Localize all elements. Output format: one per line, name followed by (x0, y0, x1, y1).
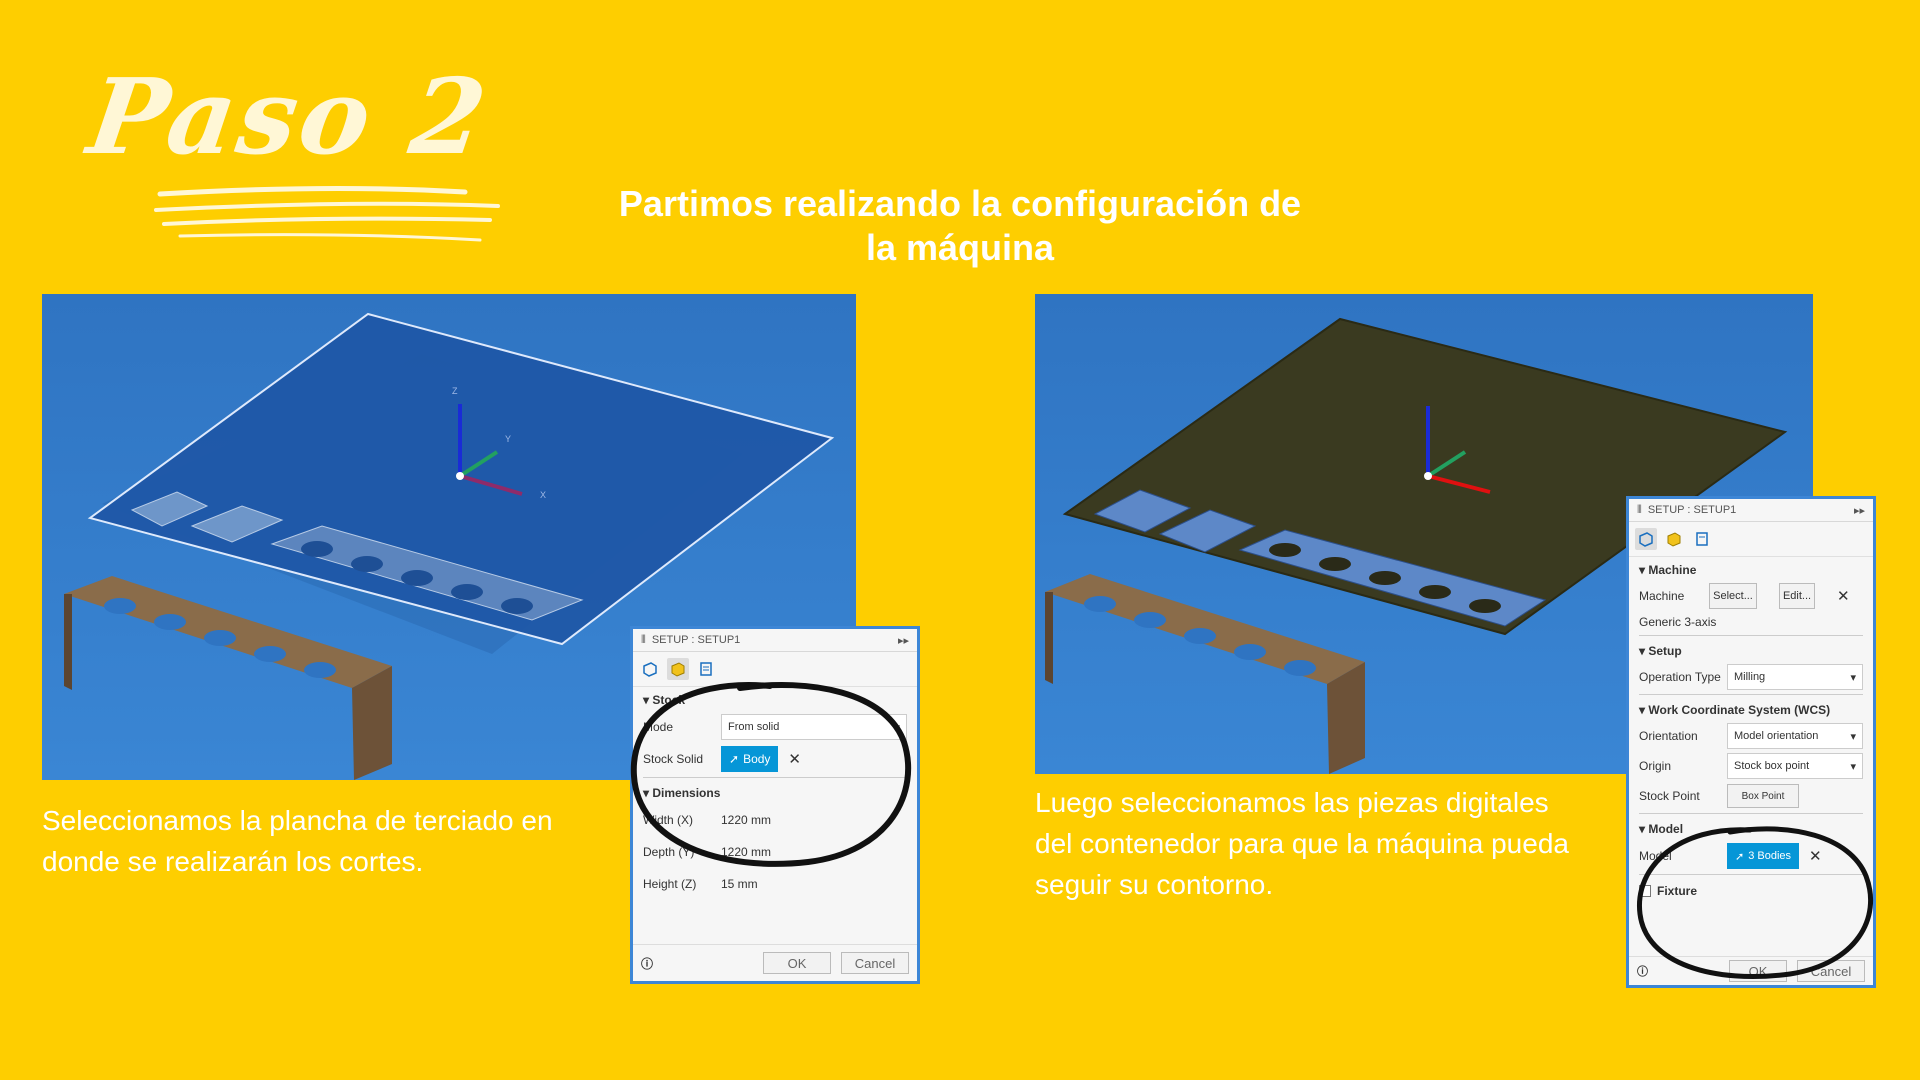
machine-select-button[interactable]: Select... (1709, 583, 1757, 609)
setup-tab-icon[interactable] (1635, 528, 1657, 550)
caption-right: Luego seleccionamos las piezas digitales… (1035, 787, 1569, 900)
operation-type-dropdown[interactable]: Milling ▾ (1727, 664, 1863, 690)
machine-section: Machine (1648, 563, 1697, 577)
origin-dropdown[interactable]: Stock box point ▾ (1727, 753, 1863, 779)
stock-tab-icon[interactable] (1663, 528, 1685, 550)
axis-y-label: Y (505, 434, 512, 444)
dialog-title: SETUP : SETUP1 (1647, 504, 1737, 516)
orientation-dropdown[interactable]: Model orientation ▾ (1727, 723, 1863, 749)
step-title: Paso 2 (81, 55, 496, 178)
collapse-icon[interactable]: ▾ (1639, 703, 1645, 717)
highlight-circle-right (1637, 826, 1873, 979)
expand-icon[interactable]: ▸▸ (1854, 504, 1865, 517)
caption-left: Seleccionamos la plancha de terciado en … (42, 805, 553, 877)
operation-type-value: Milling (1734, 671, 1766, 683)
chevron-down-icon: ▾ (1850, 760, 1856, 773)
machine-edit-button[interactable]: Edit... (1779, 583, 1815, 609)
dialog-grip-icon[interactable]: ⦀ (641, 634, 646, 647)
headline-line-1: Partimos realizando la configuración de (618, 183, 1302, 224)
dialog-grip-icon[interactable]: ⦀ (1637, 504, 1642, 517)
setup-section: Setup (1648, 644, 1682, 658)
stock-point-label: Stock Point (1639, 789, 1700, 803)
stock-point-selection[interactable]: Box Point (1727, 784, 1799, 808)
headline-line-2: la máquina (865, 227, 1055, 268)
origin-value: Stock box point (1734, 760, 1810, 772)
dialog-title: SETUP : SETUP1 (651, 634, 741, 646)
machine-name: Generic 3-axis (1639, 615, 1717, 629)
machine-label: Machine (1639, 589, 1685, 603)
chevron-down-icon: ▾ (1850, 671, 1856, 684)
highlight-circle-left (630, 681, 912, 867)
axis-z-label: Z (452, 386, 458, 396)
collapse-icon[interactable]: ▾ (1639, 563, 1645, 577)
post-process-tab-icon[interactable] (1691, 528, 1713, 550)
orientation-label: Orientation (1639, 729, 1698, 743)
origin-label: Origin (1639, 759, 1672, 773)
ok-button[interactable]: OK (763, 952, 831, 974)
expand-icon[interactable]: ▸▸ (898, 634, 909, 647)
operation-type-label: Operation Type (1639, 670, 1721, 684)
orientation-value: Model orientation (1734, 730, 1819, 742)
chevron-down-icon: ▾ (1850, 730, 1856, 743)
cancel-button[interactable]: Cancel (841, 952, 909, 974)
axis-x-label: X (540, 490, 547, 500)
headline: Partimos realizando la configuración de … (600, 182, 1320, 270)
wcs-section: Work Coordinate System (WCS) (1648, 703, 1831, 717)
info-icon[interactable]: ⓘ (641, 955, 653, 972)
collapse-icon[interactable]: ▾ (1639, 644, 1645, 658)
title-underline (154, 185, 500, 242)
clear-machine-icon[interactable]: ✕ (1837, 587, 1850, 605)
